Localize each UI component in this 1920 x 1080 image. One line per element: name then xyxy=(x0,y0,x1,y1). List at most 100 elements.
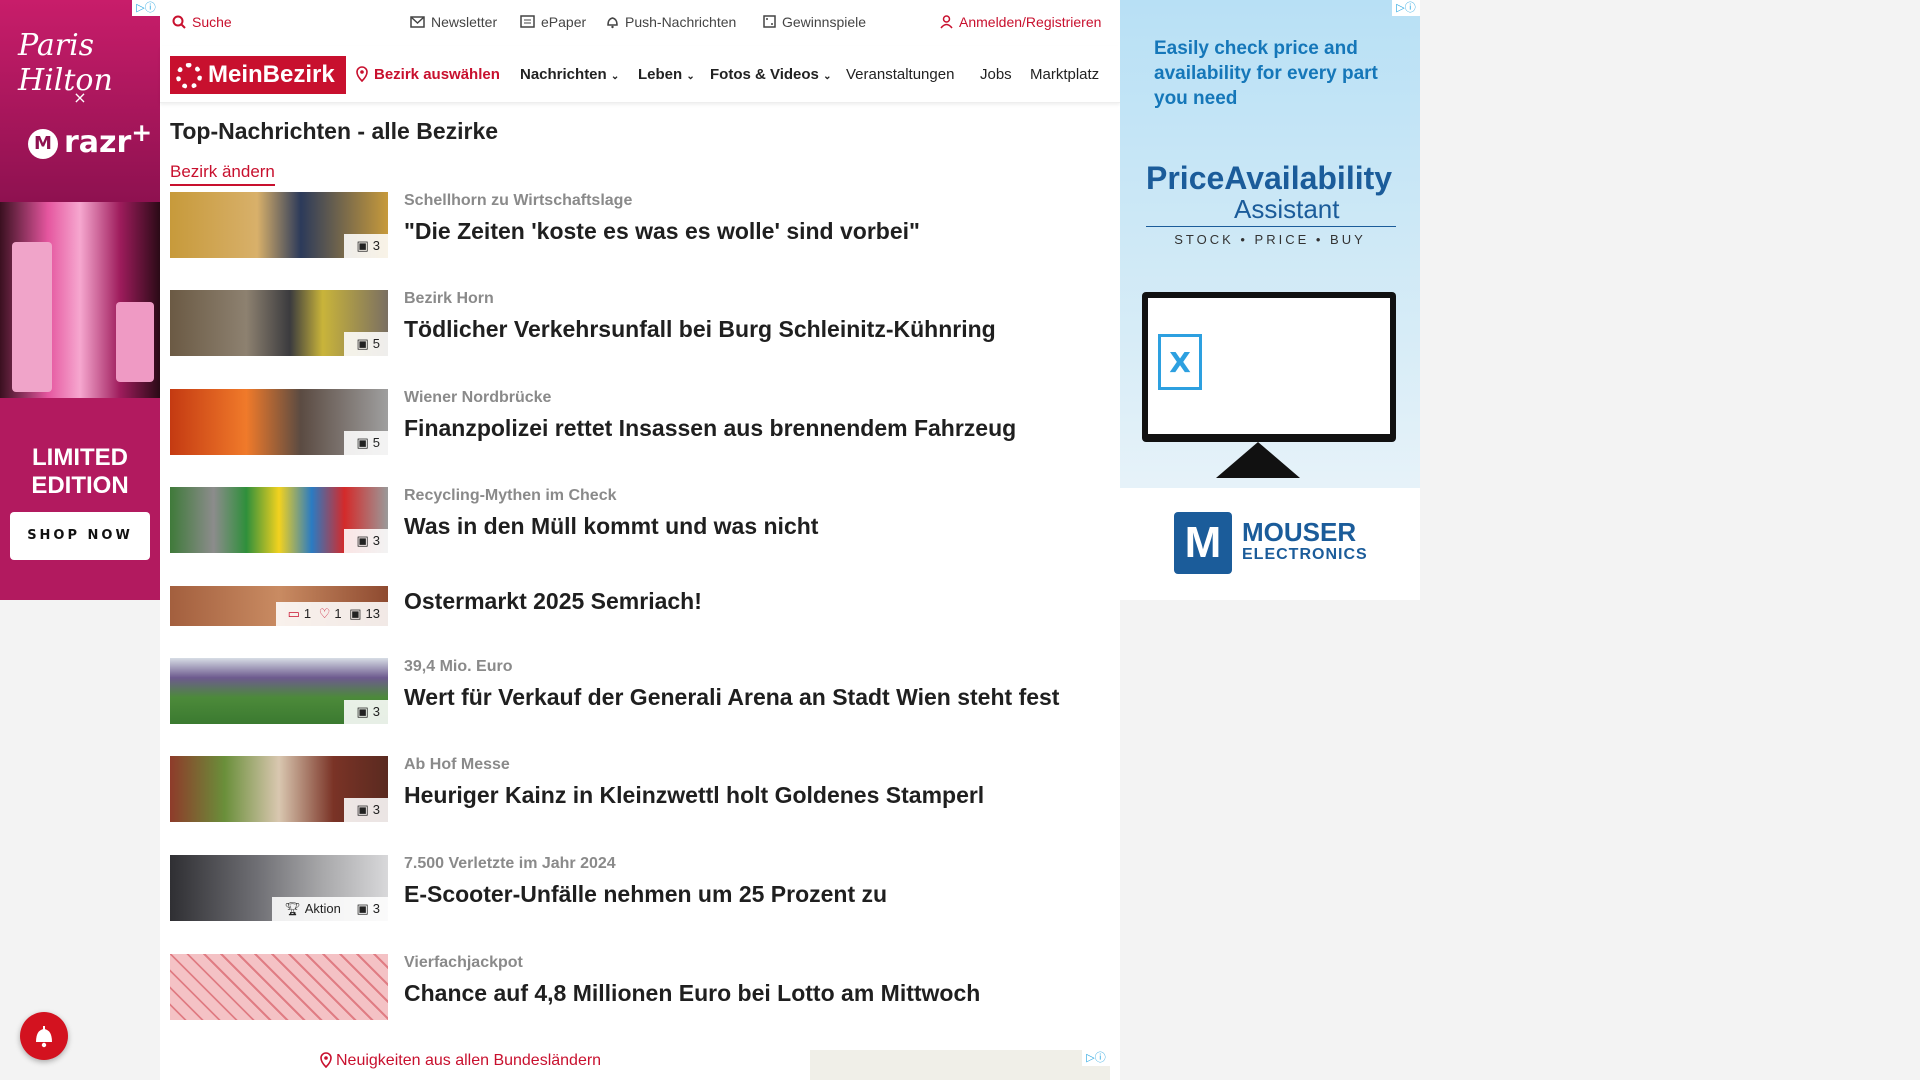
heart-icon: ♡ xyxy=(318,606,331,621)
motorola-icon: M xyxy=(28,128,58,159)
ad-headline: Easily check price and availability for … xyxy=(1154,38,1378,109)
login-link[interactable]: Anmelden/Registrieren xyxy=(940,14,1101,30)
article-headline[interactable]: E-Scooter-Unfälle nehmen um 25 Prozent z… xyxy=(404,881,887,908)
article-headline[interactable]: Chance auf 4,8 Millionen Euro bei Lotto … xyxy=(404,980,980,1007)
article-kicker: Recycling-Mythen im Check xyxy=(404,487,617,504)
gallery-icon: ▣ xyxy=(356,533,369,548)
image-count: 3 xyxy=(372,704,380,719)
ad-limited-text: LIMITED EDITION xyxy=(31,444,129,499)
image-count-badge: ▣ 3 xyxy=(344,798,388,822)
article-item[interactable]: Vierfachjackpot Chance auf 4,8 Millionen… xyxy=(170,954,1110,1022)
nav-marktplatz[interactable]: Marktplatz xyxy=(1030,66,1110,83)
nav-fotos-videos[interactable]: Fotos & Videos ⌄ xyxy=(710,66,831,83)
image-count-badge: ▣ 3 xyxy=(344,234,388,258)
ad-monitor-image: X xyxy=(1142,292,1396,442)
left-advertisement[interactable]: ▷ⓘ Paris Hilton × Mrazr+ LIMITED EDITION… xyxy=(0,0,160,600)
article-item[interactable]: ▣ 3 Schellhorn zu Wirtschaftslage "Die Ze… xyxy=(170,192,1110,260)
article-headline[interactable]: Wert für Verkauf der Generali Arena an S… xyxy=(404,684,1059,711)
excel-icon: X xyxy=(1158,334,1202,390)
image-count-badge: ▣ 3 xyxy=(344,529,388,553)
article-item[interactable]: ▭ 1 ♡ 1 ▣ 13 Ostermarkt 2025 Semriach! xyxy=(170,586,1110,654)
select-district-link[interactable]: Bezirk auswählen xyxy=(356,66,500,83)
logo-text: MeinBezirk xyxy=(208,61,335,88)
right-advertisement[interactable]: ▷ⓘ Easily check price and availability f… xyxy=(1120,0,1420,600)
epaper-link[interactable]: ePaper xyxy=(520,14,586,30)
trophy-icon: 🏆︎ xyxy=(284,901,301,916)
article-thumbnail[interactable]: ▣ 3 xyxy=(170,756,388,822)
epaper-label: ePaper xyxy=(541,14,587,30)
search-link[interactable]: Suche xyxy=(172,14,232,30)
all-states-link[interactable]: Neuigkeiten aus allen Bundesländern xyxy=(320,1052,601,1070)
article-thumbnail[interactable]: ▣ 5 xyxy=(170,389,388,455)
article-item[interactable]: ▣ 3 Ab Hof Messe Heuriger Kainz in Kleinz… xyxy=(170,756,1110,824)
chevron-down-icon: ⌄ xyxy=(823,71,832,82)
comment-count: 1 xyxy=(303,606,312,621)
article-kicker: 39,4 Mio. Euro xyxy=(404,658,513,675)
article-item[interactable]: 🏆︎ Aktion ▣ 3 7.500 Verletzte im Jahr 2024… xyxy=(170,855,1110,923)
article-item[interactable]: ▣ 3 Recycling-Mythen im Check Was in den … xyxy=(170,487,1110,555)
article-thumbnail[interactable]: 🏆︎ Aktion ▣ 3 xyxy=(170,855,388,921)
article-thumbnail[interactable] xyxy=(170,954,388,1020)
article-headline[interactable]: Finanzpolizei rettet Insassen aus brenne… xyxy=(404,415,1016,442)
image-count-badge: ▣ 3 xyxy=(344,700,388,724)
logo-gear-icon xyxy=(176,62,202,89)
bell-icon xyxy=(36,1026,52,1048)
image-count-badge: ▣ 5 xyxy=(344,332,388,356)
image-count: 13 xyxy=(365,606,380,621)
nav-leben[interactable]: Leben ⌄ xyxy=(638,66,695,83)
article-item[interactable]: ▣ 5 Wiener Nordbrücke Finanzpolizei rette… xyxy=(170,389,1110,457)
site-logo[interactable]: MeinBezirk xyxy=(170,56,346,94)
nav-veranstaltungen[interactable]: Veranstaltungen xyxy=(846,66,954,83)
nav-jobs[interactable]: Jobs xyxy=(980,66,1012,83)
adchoice-icon[interactable]: ▷ⓘ xyxy=(1392,0,1420,16)
chevron-down-icon: ⌄ xyxy=(610,71,620,82)
action-badge: 🏆︎ Aktion ▣ 3 xyxy=(272,897,388,921)
article-item[interactable]: ▣ 5 Bezirk Horn Tödlicher Verkehrsunfall … xyxy=(170,290,1110,358)
article-headline[interactable]: Tödlicher Verkehrsunfall bei Burg Schlei… xyxy=(404,316,996,343)
shop-now-button[interactable]: SHOP NOW xyxy=(10,512,150,560)
adchoice-icon[interactable]: ▷ⓘ xyxy=(1082,1050,1110,1066)
push-label: Push-Nachrichten xyxy=(625,14,737,30)
adchoice-icon[interactable]: ▷ⓘ xyxy=(132,0,160,16)
ad-product-name: PriceAvailability xyxy=(1146,160,1393,196)
ad-screen: X xyxy=(1148,298,1390,434)
ad-brand-band: M MOUSER ELECTRONICS xyxy=(1120,488,1420,600)
location-pin-icon xyxy=(356,66,368,83)
chevron-down-icon: ⌄ xyxy=(686,71,695,82)
article-thumbnail[interactable]: ▣ 3 xyxy=(170,487,388,553)
ad-brand: MOUSER xyxy=(1242,517,1357,547)
article-thumbnail[interactable]: ▭ 1 ♡ 1 ▣ 13 xyxy=(170,586,388,626)
image-count: 3 xyxy=(372,802,380,817)
article-thumbnail[interactable]: ▣ 3 xyxy=(170,658,388,724)
gewinnspiele-label: Gewinnspiele xyxy=(782,14,867,30)
inline-advertisement[interactable]: ▷ⓘ xyxy=(810,1050,1110,1080)
article-thumbnail[interactable]: ▣ 3 xyxy=(170,192,388,258)
image-count-badge: ▣ 5 xyxy=(344,431,388,455)
nav-leben-label: Leben xyxy=(638,66,683,83)
gewinnspiele-link[interactable]: Gewinnspiele xyxy=(763,14,866,30)
push-link[interactable]: Push-Nachrichten xyxy=(606,14,736,30)
newspaper-icon xyxy=(520,15,535,28)
search-icon xyxy=(172,15,186,29)
ad-divider xyxy=(1146,226,1396,227)
article-headline[interactable]: "Die Zeiten 'koste es was es wolle' sind… xyxy=(404,218,920,245)
change-district-link[interactable]: Bezirk ändern xyxy=(170,162,275,186)
article-kicker: 7.500 Verletzte im Jahr 2024 xyxy=(404,855,616,872)
monitor-stand xyxy=(1216,442,1300,478)
article-headline[interactable]: Ostermarkt 2025 Semriach! xyxy=(404,588,702,615)
nav-nachrichten[interactable]: Nachrichten ⌄ xyxy=(520,66,619,83)
newsletter-link[interactable]: Newsletter xyxy=(410,14,497,30)
article-thumbnail[interactable]: ▣ 5 xyxy=(170,290,388,356)
gallery-icon: ▣ xyxy=(356,238,369,253)
article-headline[interactable]: Was in den Müll kommt und was nicht xyxy=(404,513,818,540)
notification-bell-button[interactable] xyxy=(20,1012,68,1060)
article-item[interactable]: ▣ 3 39,4 Mio. Euro Wert für Verkauf der G… xyxy=(170,658,1110,726)
mail-icon xyxy=(410,16,425,28)
ad-brand-sub: ELECTRONICS xyxy=(1242,546,1368,563)
gallery-icon: ▣ xyxy=(356,435,369,450)
login-label: Anmelden/Registrieren xyxy=(959,14,1102,30)
ad-tagline: STOCK • PRICE • BUY xyxy=(1174,232,1366,247)
dice-icon xyxy=(763,15,776,28)
article-headline[interactable]: Heuriger Kainz in Kleinzwettl holt Golde… xyxy=(404,782,984,809)
ad-brand-logo: Mrazr+ xyxy=(28,118,152,160)
